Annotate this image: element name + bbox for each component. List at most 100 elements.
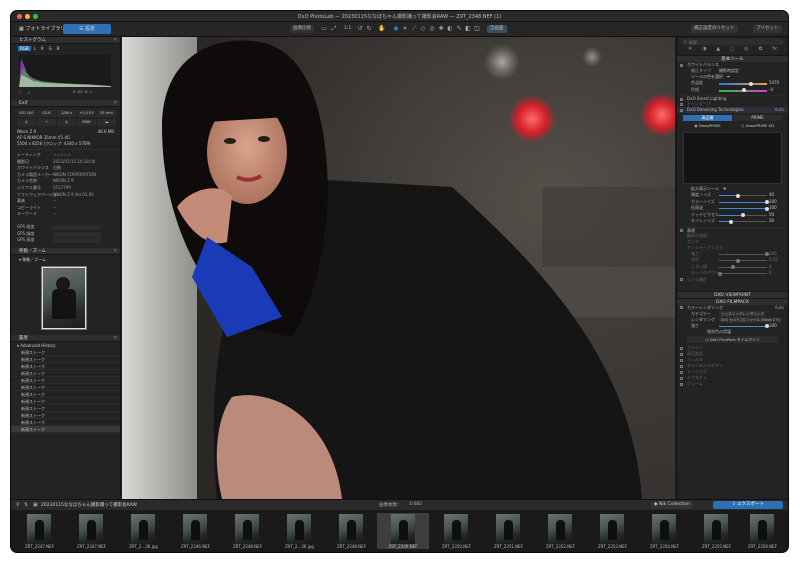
denoise-preview[interactable]: [683, 132, 782, 184]
rotate-left-icon[interactable]: ↺: [357, 26, 363, 32]
history-item[interactable]: 新規ストーク: [11, 398, 120, 405]
redeye-icon[interactable]: ◎: [429, 26, 435, 32]
history-item[interactable]: 新規ストーク: [11, 412, 120, 419]
sun-icon[interactable]: ☼: [27, 90, 31, 95]
history-item-selected[interactable]: 新規ストーク: [11, 425, 120, 433]
filmstrip-thumbnail[interactable]: Z9T_2348.NEF: [327, 513, 376, 549]
slider-track[interactable]: [719, 221, 767, 222]
channel-tab-g[interactable]: G: [47, 46, 54, 51]
slider-knob[interactable]: [742, 88, 746, 92]
module-checkbox[interactable]: [680, 306, 683, 309]
history-item[interactable]: 新規ストーク: [11, 377, 120, 384]
slider-knob[interactable]: [736, 193, 740, 198]
history-item[interactable]: 新規ストーク: [11, 405, 120, 412]
color-palette-icon[interactable]: ◑: [702, 46, 706, 55]
filmstrip-thumbnail[interactable]: Z9T_2348.NEF: [223, 513, 272, 549]
basic-tools-header[interactable]: 基本ツール: [677, 55, 788, 62]
slider-track[interactable]: [719, 260, 767, 261]
slider-knob[interactable]: [736, 258, 740, 263]
slider-track[interactable]: [719, 253, 767, 255]
close-icon[interactable]: ✕: [113, 37, 117, 44]
module-checkbox[interactable]: [680, 278, 683, 281]
sort-icon[interactable]: ⇅: [24, 502, 28, 508]
module-checkbox[interactable]: [680, 382, 683, 386]
module-denoising[interactable]: DxO Denoising Technologies Auto: [677, 107, 788, 113]
slider-knob[interactable]: [749, 81, 753, 86]
fit-icon[interactable]: ⤢: [331, 26, 337, 32]
slider-knob[interactable]: [741, 213, 745, 217]
channel-tab-rgb[interactable]: RGB: [18, 46, 31, 51]
repair-icon[interactable]: ✚: [438, 26, 444, 32]
filmstrip-thumbnail[interactable]: Z9T_2354.NEF: [640, 513, 689, 549]
history-item[interactable]: 新規ストーク: [11, 391, 120, 398]
tab-photo-library[interactable]: ▦ フォトライブラリ: [15, 24, 69, 34]
history-group-toggle[interactable]: ▾ Advanced History: [11, 342, 120, 349]
prime-tab[interactable]: PRIME: [733, 115, 782, 121]
hand-icon[interactable]: ✋: [378, 26, 385, 32]
watermark-icon[interactable]: ✎: [456, 26, 462, 32]
slider-track[interactable]: [719, 208, 767, 209]
module-checkbox[interactable]: [680, 102, 683, 106]
nik-collection-button[interactable]: ◆ Nik Collection: [651, 501, 693, 509]
rotate-right-icon[interactable]: ↻: [366, 26, 372, 32]
module-checkbox[interactable]: [680, 108, 683, 112]
filmstrip-thumbnail[interactable]: Z9T_2...36.jpg: [119, 513, 168, 549]
close-icon[interactable]: ✕: [113, 335, 117, 342]
history-header[interactable]: 履歴 ✕: [11, 334, 120, 342]
histogram-header[interactable]: ヒストグラム ✕: [11, 37, 120, 44]
tab-customize[interactable]: ☰ 設定: [63, 24, 111, 34]
compare-icon[interactable]: ◫: [474, 26, 480, 32]
module-checkbox[interactable]: [680, 370, 683, 374]
history-item[interactable]: 新規ストーク: [11, 363, 120, 370]
filmstrip-thumbnail[interactable]: Z9T_2355.NEF: [692, 513, 741, 549]
filmstrip-thumbnail[interactable]: Z9T_2...36.jpg: [275, 513, 324, 549]
slider-track[interactable]: [719, 273, 767, 274]
deepprime-option[interactable]: ◉ DeepPRIME: [683, 123, 732, 128]
history-item[interactable]: 新規ストーク: [11, 356, 120, 363]
viewpoint-header[interactable]: DXO VIEWPOINT: [677, 290, 788, 298]
split-view-icon[interactable]: ◧: [465, 26, 471, 32]
channel-tab-l[interactable]: L: [32, 46, 38, 51]
filmstrip-thumbnail-selected[interactable]: Z9T_2349.NEF: [377, 513, 429, 549]
navigator-viewport[interactable]: [42, 266, 86, 329]
history-item[interactable]: 新規ストーク: [11, 384, 120, 391]
filmstrip-thumbnail[interactable]: Z9T_2347.NEF: [15, 513, 64, 549]
effects-palette-icon[interactable]: ✿: [758, 46, 762, 55]
channel-tab-r[interactable]: R: [39, 46, 46, 51]
module-checkbox[interactable]: [680, 352, 683, 356]
filmstrip-thumbnail[interactable]: Z9T_2351.NEF: [484, 513, 533, 549]
exif-header[interactable]: Exif ✕: [11, 100, 120, 107]
local-palette-icon[interactable]: ◎: [744, 46, 748, 55]
moon-icon[interactable]: ☾: [19, 90, 23, 95]
module-lens-sharpness[interactable]: レンズ補正: [677, 277, 788, 283]
slider-value[interactable]: 26: [769, 218, 774, 225]
hq-tab[interactable]: 高品質: [683, 115, 732, 121]
deepprime-xd-option[interactable]: ○ DeepPRIME XD: [733, 123, 782, 128]
filmstrip-thumbnail[interactable]: Z9T_2347.NEF: [67, 513, 116, 549]
layout-icon[interactable]: ▭: [321, 26, 327, 32]
slider-knob[interactable]: [718, 271, 722, 276]
export-button[interactable]: ⇪ エクスポート: [713, 501, 783, 509]
presets-button[interactable]: プリセット: [753, 25, 782, 33]
filmstrip-thumbnail[interactable]: Z9T_2352.NEF: [536, 513, 585, 549]
fullscreen-button[interactable]: 全画面: [487, 25, 507, 33]
navigator-thumbnail[interactable]: [41, 265, 87, 330]
slider-track[interactable]: [719, 195, 767, 196]
slider-knob[interactable]: [731, 265, 735, 269]
filmstrip-thumbnail[interactable]: Z9T_2353.NEF: [588, 513, 637, 549]
module-checkbox[interactable]: [680, 346, 683, 350]
gps-longitude-field[interactable]: [53, 224, 101, 230]
close-icon[interactable]: ✕: [113, 100, 117, 107]
filmpack-header[interactable]: DXO FILMPACK: [677, 297, 788, 305]
tint-slider[interactable]: 色相 -4: [677, 87, 788, 94]
light-palette-icon[interactable]: ☀: [688, 46, 692, 55]
slider-knob[interactable]: [729, 219, 733, 224]
gps-latitude-field[interactable]: [53, 231, 101, 237]
compare-button[interactable]: 画像比較: [290, 25, 314, 33]
perspective-icon[interactable]: ◇: [420, 26, 426, 32]
history-item[interactable]: 新規ストーク: [11, 349, 120, 356]
protect-colors-button[interactable]: 飽和色の保護: [677, 329, 788, 335]
move-zoom-header[interactable]: 移動／ズーム ✕: [11, 247, 120, 255]
close-icon[interactable]: ✕: [113, 248, 117, 255]
module-checkbox[interactable]: [680, 63, 683, 67]
